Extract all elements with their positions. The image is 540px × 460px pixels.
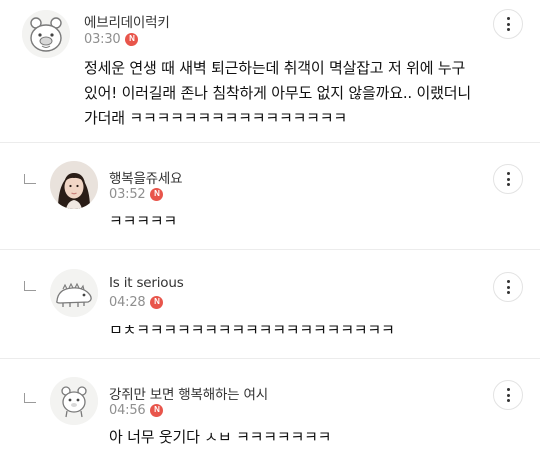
more-button[interactable] (493, 272, 523, 302)
comment-text: ㅁㅊㅋㅋㅋㅋㅋㅋㅋㅋㅋㅋㅋㅋㅋㅋㅋㅋㅋㅋㅋ (109, 318, 395, 343)
comment-text-line: 정세운 연생 때 새벽 퇴근하는데 취객이 멱살잡고 저 위에 누구 (84, 59, 466, 77)
comment-meta: 03:52 N (109, 186, 164, 202)
avatar[interactable] (22, 10, 70, 58)
reply-arrow-icon (24, 393, 36, 403)
comment-item: 행복을쥬세요 03:52 N ㅋㅋㅋㅋㅋ (0, 143, 540, 247)
more-vertical-icon (506, 172, 510, 176)
timestamp: 04:28 (109, 294, 146, 310)
more-button[interactable] (493, 380, 523, 410)
comment-list: 에브리데이럭키 03:30 N 정세운 연생 때 새벽 퇴근하는데 취객이 멱살… (0, 0, 540, 460)
comment-text-line: ㅋㅋㅋㅋㅋ (109, 212, 178, 230)
more-vertical-icon (506, 280, 510, 284)
comment-text: ㅋㅋㅋㅋㅋ (109, 209, 177, 234)
comment-item: 에브리데이럭키 03:30 N 정세운 연생 때 새벽 퇴근하는데 취객이 멱살… (0, 0, 540, 138)
more-button[interactable] (493, 164, 523, 194)
comment-text: 아 너무 웃기다 ㅅㅂ ㅋㅋㅋㅋㅋㅋㅋ (109, 425, 331, 450)
nickname[interactable]: 에브리데이럭키 (84, 11, 170, 31)
new-badge: N (150, 295, 164, 309)
comment-text-line: 아 너무 웃기다 ㅅㅂ ㅋㅋㅋㅋㅋㅋㅋ (109, 428, 332, 446)
comment-item: Is it serious 04:28 N ㅁㅊㅋㅋㅋㅋㅋㅋㅋㅋㅋㅋㅋㅋㅋㅋㅋㅋ… (0, 250, 540, 356)
timestamp: 04:56 (109, 402, 146, 418)
nickname[interactable]: Is it serious (109, 275, 184, 291)
comment-text-line: 가더래 ㅋㅋㅋㅋㅋㅋㅋㅋㅋㅋㅋㅋㅋㅋㅋㅋ (84, 109, 347, 127)
nickname[interactable]: 강쥐만 보면 행복해하는 여시 (109, 383, 268, 403)
avatar[interactable] (50, 269, 98, 317)
comment-text: 정세운 연생 때 새벽 퇴근하는데 취객이 멱살잡고 저 위에 누구 있어! 이… (84, 56, 471, 131)
more-button[interactable] (493, 9, 523, 39)
more-vertical-icon (506, 388, 510, 392)
comment-text-line: ㅁㅊㅋㅋㅋㅋㅋㅋㅋㅋㅋㅋㅋㅋㅋㅋㅋㅋㅋㅋㅋ (109, 321, 395, 339)
hamster-avatar-icon (22, 10, 70, 58)
more-vertical-icon (506, 17, 510, 21)
avatar[interactable] (50, 161, 98, 209)
reply-arrow-icon (24, 281, 36, 291)
reply-arrow-icon (24, 174, 36, 184)
comment-item: 강쥐만 보면 행복해하는 여시 04:56 N 아 너무 웃기다 ㅅㅂ ㅋㅋㅋㅋ… (0, 359, 540, 460)
comment-meta: 03:30 N (84, 31, 139, 47)
comment-meta: 04:28 N (109, 294, 164, 310)
new-badge: N (150, 403, 164, 417)
comment-text-line: 있어! 이러길래 존나 침착하게 아무도 없지 않을까요.. 이랬더니 (84, 84, 471, 102)
nickname[interactable]: 행복을쥬세요 (109, 167, 183, 187)
avatar[interactable] (50, 377, 98, 425)
bear-avatar-icon (50, 377, 98, 425)
profile-photo-avatar (50, 161, 98, 209)
timestamp: 03:30 (84, 31, 121, 47)
dinosaur-avatar-icon (50, 269, 98, 317)
comment-meta: 04:56 N (109, 402, 164, 418)
timestamp: 03:52 (109, 186, 146, 202)
new-badge: N (125, 32, 139, 46)
new-badge: N (150, 187, 164, 201)
